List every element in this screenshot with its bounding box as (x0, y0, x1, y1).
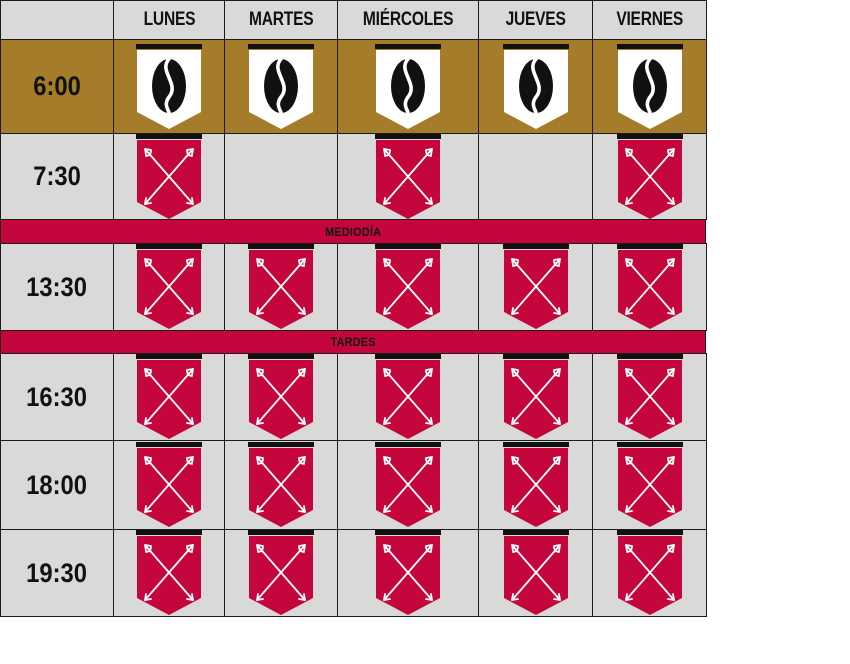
crossed-arrows-badge-icon (136, 442, 202, 527)
schedule-slot[interactable] (113, 243, 225, 331)
coffee-badge-icon (375, 43, 441, 129)
weekly-schedule-table: LUNES MARTES MIÉRCOLES JUEVES VIERNES 6:00 7:3… (0, 0, 707, 617)
schedule-slot[interactable] (337, 39, 479, 134)
time-label-cell: 7:30 (0, 133, 114, 220)
crossed-arrows-badge-icon (375, 530, 441, 615)
coffee-badge-icon (502, 43, 569, 129)
crossed-arrows-badge-icon (136, 244, 202, 329)
crossed-arrows-badge-icon (248, 354, 314, 439)
crossed-arrows-badge-icon (375, 354, 441, 439)
schedule-slot[interactable] (224, 243, 338, 331)
crossed-arrows-badge-icon (136, 354, 202, 439)
crossed-arrows-badge-icon (616, 530, 683, 615)
schedule-slot[interactable] (478, 529, 593, 617)
time-label: 7:30 (33, 161, 81, 191)
crossed-arrows-badge-icon (375, 244, 441, 329)
time-label-cell: 13:30 (0, 243, 114, 331)
time-label-cell: 19:30 (0, 529, 114, 617)
schedule-slot[interactable] (337, 133, 479, 220)
crossed-arrows-badge-icon (375, 133, 441, 219)
day-label: MARTES (248, 9, 314, 30)
schedule-slot[interactable] (592, 243, 707, 331)
time-label: 18:00 (26, 469, 88, 500)
crossed-arrows-badge-icon (375, 442, 441, 527)
schedule-slot[interactable] (478, 353, 593, 441)
section-band: MEDIODÍA (0, 219, 706, 244)
coffee-badge-icon (136, 43, 202, 129)
schedule-slot[interactable] (478, 440, 593, 530)
crossed-arrows-badge-icon (616, 244, 683, 329)
corner-cell (0, 0, 114, 40)
day-label: JUEVES (505, 9, 566, 30)
time-label: 16:30 (26, 381, 88, 412)
section-band-label: TARDES (330, 335, 376, 349)
crossed-arrows-badge-icon (502, 530, 569, 615)
schedule-slot (224, 133, 338, 220)
crossed-arrows-badge-icon (248, 442, 314, 527)
crossed-arrows-badge-icon (136, 133, 202, 219)
crossed-arrows-badge-icon (616, 133, 683, 219)
schedule-slot[interactable] (337, 529, 479, 617)
time-label-cell: 18:00 (0, 440, 114, 530)
day-header-3: MIÉRCOLES (337, 0, 479, 40)
schedule-slot[interactable] (113, 39, 225, 134)
schedule-slot[interactable] (478, 243, 593, 331)
schedule-slot[interactable] (592, 440, 707, 530)
day-header-2: MARTES (224, 0, 338, 40)
crossed-arrows-badge-icon (248, 530, 314, 615)
schedule-slot[interactable] (113, 353, 225, 441)
day-header-1: LUNES (113, 0, 225, 40)
time-label: 6:00 (33, 71, 81, 101)
schedule-slot[interactable] (592, 133, 707, 220)
day-label: VIERNES (616, 9, 683, 30)
time-label-cell: 6:00 (0, 39, 114, 134)
crossed-arrows-badge-icon (616, 442, 683, 527)
schedule-slot[interactable] (592, 353, 707, 441)
section-band-label: MEDIODÍA (324, 224, 382, 239)
crossed-arrows-badge-icon (502, 354, 569, 439)
section-band: TARDES (0, 330, 706, 354)
time-label-cell: 16:30 (0, 353, 114, 441)
schedule-slot[interactable] (113, 440, 225, 530)
crossed-arrows-badge-icon (616, 354, 683, 439)
time-label: 19:30 (26, 557, 88, 588)
time-label: 13:30 (26, 271, 88, 302)
crossed-arrows-badge-icon (502, 244, 569, 329)
schedule-slot[interactable] (592, 39, 707, 134)
schedule-slot (478, 133, 593, 220)
schedule-slot[interactable] (224, 39, 338, 134)
schedule-slot[interactable] (337, 440, 479, 530)
schedule-slot[interactable] (224, 529, 338, 617)
day-label: LUNES (143, 9, 195, 30)
coffee-badge-icon (616, 43, 683, 129)
schedule-slot[interactable] (113, 529, 225, 617)
schedule-slot[interactable] (592, 529, 707, 617)
day-header-5: VIERNES (592, 0, 707, 40)
schedule-slot[interactable] (337, 243, 479, 331)
crossed-arrows-badge-icon (136, 530, 202, 615)
schedule-slot[interactable] (337, 353, 479, 441)
day-header-4: JUEVES (478, 0, 593, 40)
crossed-arrows-badge-icon (502, 442, 569, 527)
schedule-slot[interactable] (113, 133, 225, 220)
crossed-arrows-badge-icon (248, 244, 314, 329)
schedule-slot[interactable] (224, 440, 338, 530)
coffee-badge-icon (248, 43, 314, 129)
day-label: MIÉRCOLES (362, 9, 454, 30)
schedule-slot[interactable] (478, 39, 593, 134)
schedule-slot[interactable] (224, 353, 338, 441)
